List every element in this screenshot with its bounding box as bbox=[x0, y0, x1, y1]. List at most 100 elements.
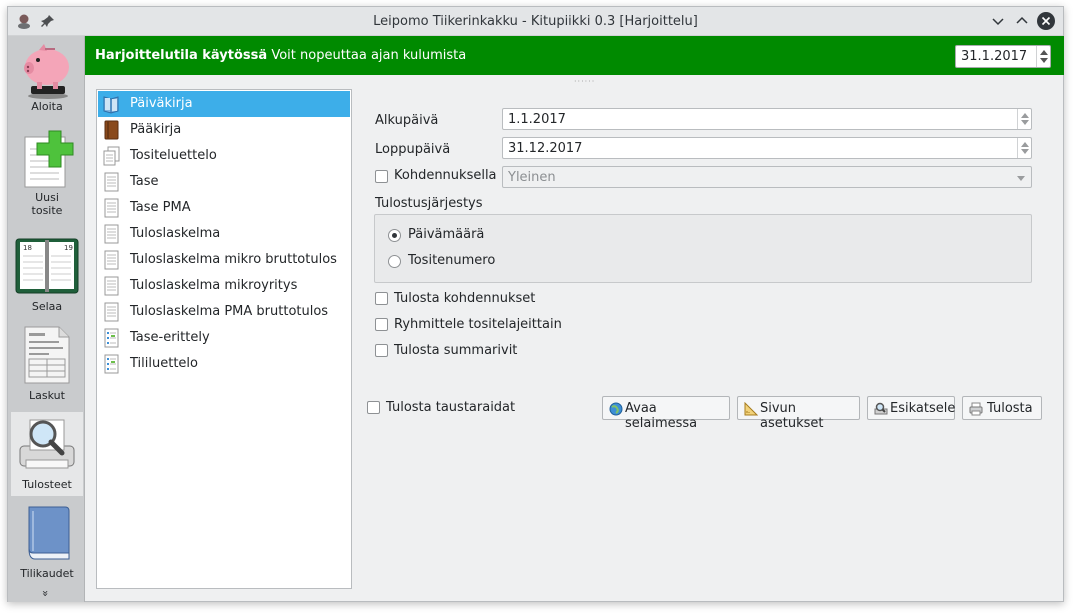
banner-text: Voit nopeuttaa ajan kulumista bbox=[271, 48, 467, 63]
print-summary-checkbox[interactable] bbox=[375, 344, 388, 357]
end-date-field[interactable]: 31.12.2017 bbox=[502, 137, 1032, 159]
group-by-type-label: Ryhmittele tositelajeittain bbox=[394, 317, 562, 332]
banner-bold-text: Harjoittelutila käytössä bbox=[95, 48, 268, 63]
documents-icon bbox=[103, 146, 120, 166]
start-date-spin[interactable] bbox=[1017, 109, 1031, 129]
start-date-label: Alkupäivä bbox=[375, 113, 439, 128]
start-date-field[interactable]: 1.1.2017 bbox=[502, 108, 1032, 130]
list-document-icon bbox=[104, 354, 119, 374]
chevron-down-icon bbox=[1017, 176, 1025, 181]
page-setup-button[interactable]: Sivun asetukset bbox=[737, 396, 860, 431]
sidebar-item-selaa[interactable]: 18 19 Selaa bbox=[11, 238, 83, 318]
report-item-label: Tuloslaskelma PMA bruttotulos bbox=[130, 304, 329, 319]
print-order-label: Tulostusjärjestys bbox=[375, 196, 483, 211]
allocation-combobox[interactable]: Yleinen bbox=[502, 166, 1032, 188]
allocation-checkbox[interactable] bbox=[375, 170, 388, 183]
report-item[interactable]: Päiväkirja bbox=[98, 91, 350, 117]
sidebar-item-tulosteet[interactable]: Tulosteet bbox=[11, 412, 83, 496]
report-item[interactable]: Pääkirja bbox=[98, 117, 350, 143]
open-in-browser-button[interactable]: Avaa selaimessa bbox=[602, 396, 730, 431]
report-item[interactable]: Tuloslaskelma PMA bruttotulos bbox=[98, 299, 350, 325]
svg-text:18: 18 bbox=[23, 244, 32, 252]
sidebar-item-aloita[interactable]: Aloita bbox=[11, 40, 83, 122]
piggy-bank-icon bbox=[24, 44, 69, 99]
report-item-label: Tase-erittely bbox=[130, 330, 210, 345]
report-item[interactable]: Tuloslaskelma mikroyritys bbox=[98, 273, 350, 299]
calendar-book-icon: 18 19 bbox=[15, 238, 79, 294]
invoice-icon bbox=[24, 326, 70, 384]
svg-text:19: 19 bbox=[64, 244, 73, 252]
print-allocations-checkbox[interactable] bbox=[375, 292, 388, 305]
report-item-label: Päiväkirja bbox=[130, 96, 193, 111]
close-button[interactable] bbox=[1036, 11, 1056, 31]
print-button[interactable]: Tulosta bbox=[962, 396, 1042, 420]
report-item[interactable]: Tuloslaskelma mikro bruttotulos bbox=[98, 247, 350, 273]
report-item[interactable]: Tase PMA bbox=[98, 195, 350, 221]
report-item-label: Tililuettelo bbox=[130, 356, 198, 371]
report-item-label: Tuloslaskelma mikro bruttotulos bbox=[130, 252, 337, 267]
spin-down-icon[interactable] bbox=[1040, 58, 1048, 63]
splitter-grip[interactable]: ······ bbox=[574, 77, 595, 86]
page-setup-label: Sivun asetukset bbox=[760, 401, 824, 431]
report-list: Päiväkirja Pääkirja Tositeluettelo Tase Tase… bbox=[96, 89, 352, 589]
book-icon bbox=[28, 506, 70, 560]
report-item-label: Tuloslaskelma mikroyritys bbox=[130, 278, 298, 293]
sidebar-label-aloita: Aloita bbox=[31, 100, 63, 113]
report-item[interactable]: Tositeluettelo bbox=[98, 143, 350, 169]
sidebar-label-tilikaudet: Tilikaudet bbox=[20, 567, 74, 580]
order-number-label: Tositenumero bbox=[408, 253, 496, 268]
open-book-icon bbox=[103, 96, 119, 114]
report-item-label: Pääkirja bbox=[130, 122, 182, 137]
main-sidebar: Aloita Uusi tosite 18 19 Selaa Laskut Tu… bbox=[8, 36, 85, 602]
document-icon bbox=[104, 224, 119, 244]
sidebar-label-uusi: Uusi bbox=[35, 191, 59, 204]
page-setup-icon bbox=[744, 402, 758, 416]
title-bar: Leipomo Tiikerinkakku - Kitupiikki 0.3 [… bbox=[8, 7, 1063, 36]
report-item[interactable]: Tase-erittely bbox=[98, 325, 350, 351]
allocation-value: Yleinen bbox=[508, 170, 556, 185]
print-preview-icon bbox=[19, 419, 75, 469]
report-item-label: Tositeluettelo bbox=[130, 148, 217, 163]
sidebar-item-uusi-tosite[interactable]: Uusi tosite bbox=[11, 129, 83, 227]
report-item-label: Tuloslaskelma bbox=[130, 226, 221, 241]
list-document-icon bbox=[104, 328, 119, 348]
order-date-radio[interactable] bbox=[388, 229, 401, 242]
order-number-radio[interactable] bbox=[388, 255, 401, 268]
new-document-icon bbox=[24, 130, 74, 188]
preview-label: Esikatsele bbox=[890, 401, 956, 416]
practice-mode-banner: Harjoittelutila käytössä Voit nopeuttaa … bbox=[85, 36, 1064, 75]
practice-date-value: 31.1.2017 bbox=[961, 49, 1028, 64]
group-by-type-checkbox[interactable] bbox=[375, 318, 388, 331]
practice-date-spinbox[interactable]: 31.1.2017 bbox=[955, 45, 1051, 68]
start-spin-down-icon[interactable] bbox=[1021, 120, 1029, 125]
preview-button[interactable]: Esikatsele bbox=[867, 396, 955, 420]
maximize-button[interactable] bbox=[1012, 11, 1032, 31]
end-spin-down-icon[interactable] bbox=[1021, 149, 1029, 154]
open-in-browser-label: Avaa selaimessa bbox=[625, 401, 698, 431]
window-title: Leipomo Tiikerinkakku - Kitupiikki 0.3 [… bbox=[373, 14, 698, 29]
print-summary-label: Tulosta summarivit bbox=[394, 343, 518, 358]
spin-up-icon[interactable] bbox=[1040, 50, 1048, 55]
preview-icon bbox=[874, 402, 888, 415]
banner-message: Harjoittelutila käytössä Voit nopeuttaa … bbox=[95, 48, 466, 63]
report-item-label: Tase PMA bbox=[130, 200, 191, 215]
sidebar-item-tilikaudet[interactable]: Tilikaudet bbox=[11, 503, 83, 583]
sidebar-more-button[interactable]: » bbox=[39, 590, 52, 597]
report-item[interactable]: Tililuettelo bbox=[98, 351, 350, 377]
start-spin-up-icon[interactable] bbox=[1021, 113, 1029, 118]
end-spin-up-icon[interactable] bbox=[1021, 142, 1029, 147]
end-date-spin[interactable] bbox=[1017, 138, 1031, 158]
printer-icon bbox=[969, 402, 983, 416]
order-date-label: Päivämäärä bbox=[408, 227, 485, 242]
print-stripes-checkbox[interactable] bbox=[367, 401, 380, 414]
report-item[interactable]: Tase bbox=[98, 169, 350, 195]
document-icon bbox=[104, 276, 119, 296]
report-item[interactable]: Tuloslaskelma bbox=[98, 221, 350, 247]
report-item-label: Tase bbox=[130, 174, 159, 189]
end-date-label: Loppupäivä bbox=[375, 142, 451, 157]
minimize-button[interactable] bbox=[988, 11, 1008, 31]
sidebar-item-laskut[interactable]: Laskut bbox=[11, 325, 83, 405]
end-date-value: 31.12.2017 bbox=[508, 141, 583, 156]
print-allocations-label: Tulosta kohdennukset bbox=[394, 291, 536, 306]
spin-arrows[interactable] bbox=[1036, 46, 1050, 67]
